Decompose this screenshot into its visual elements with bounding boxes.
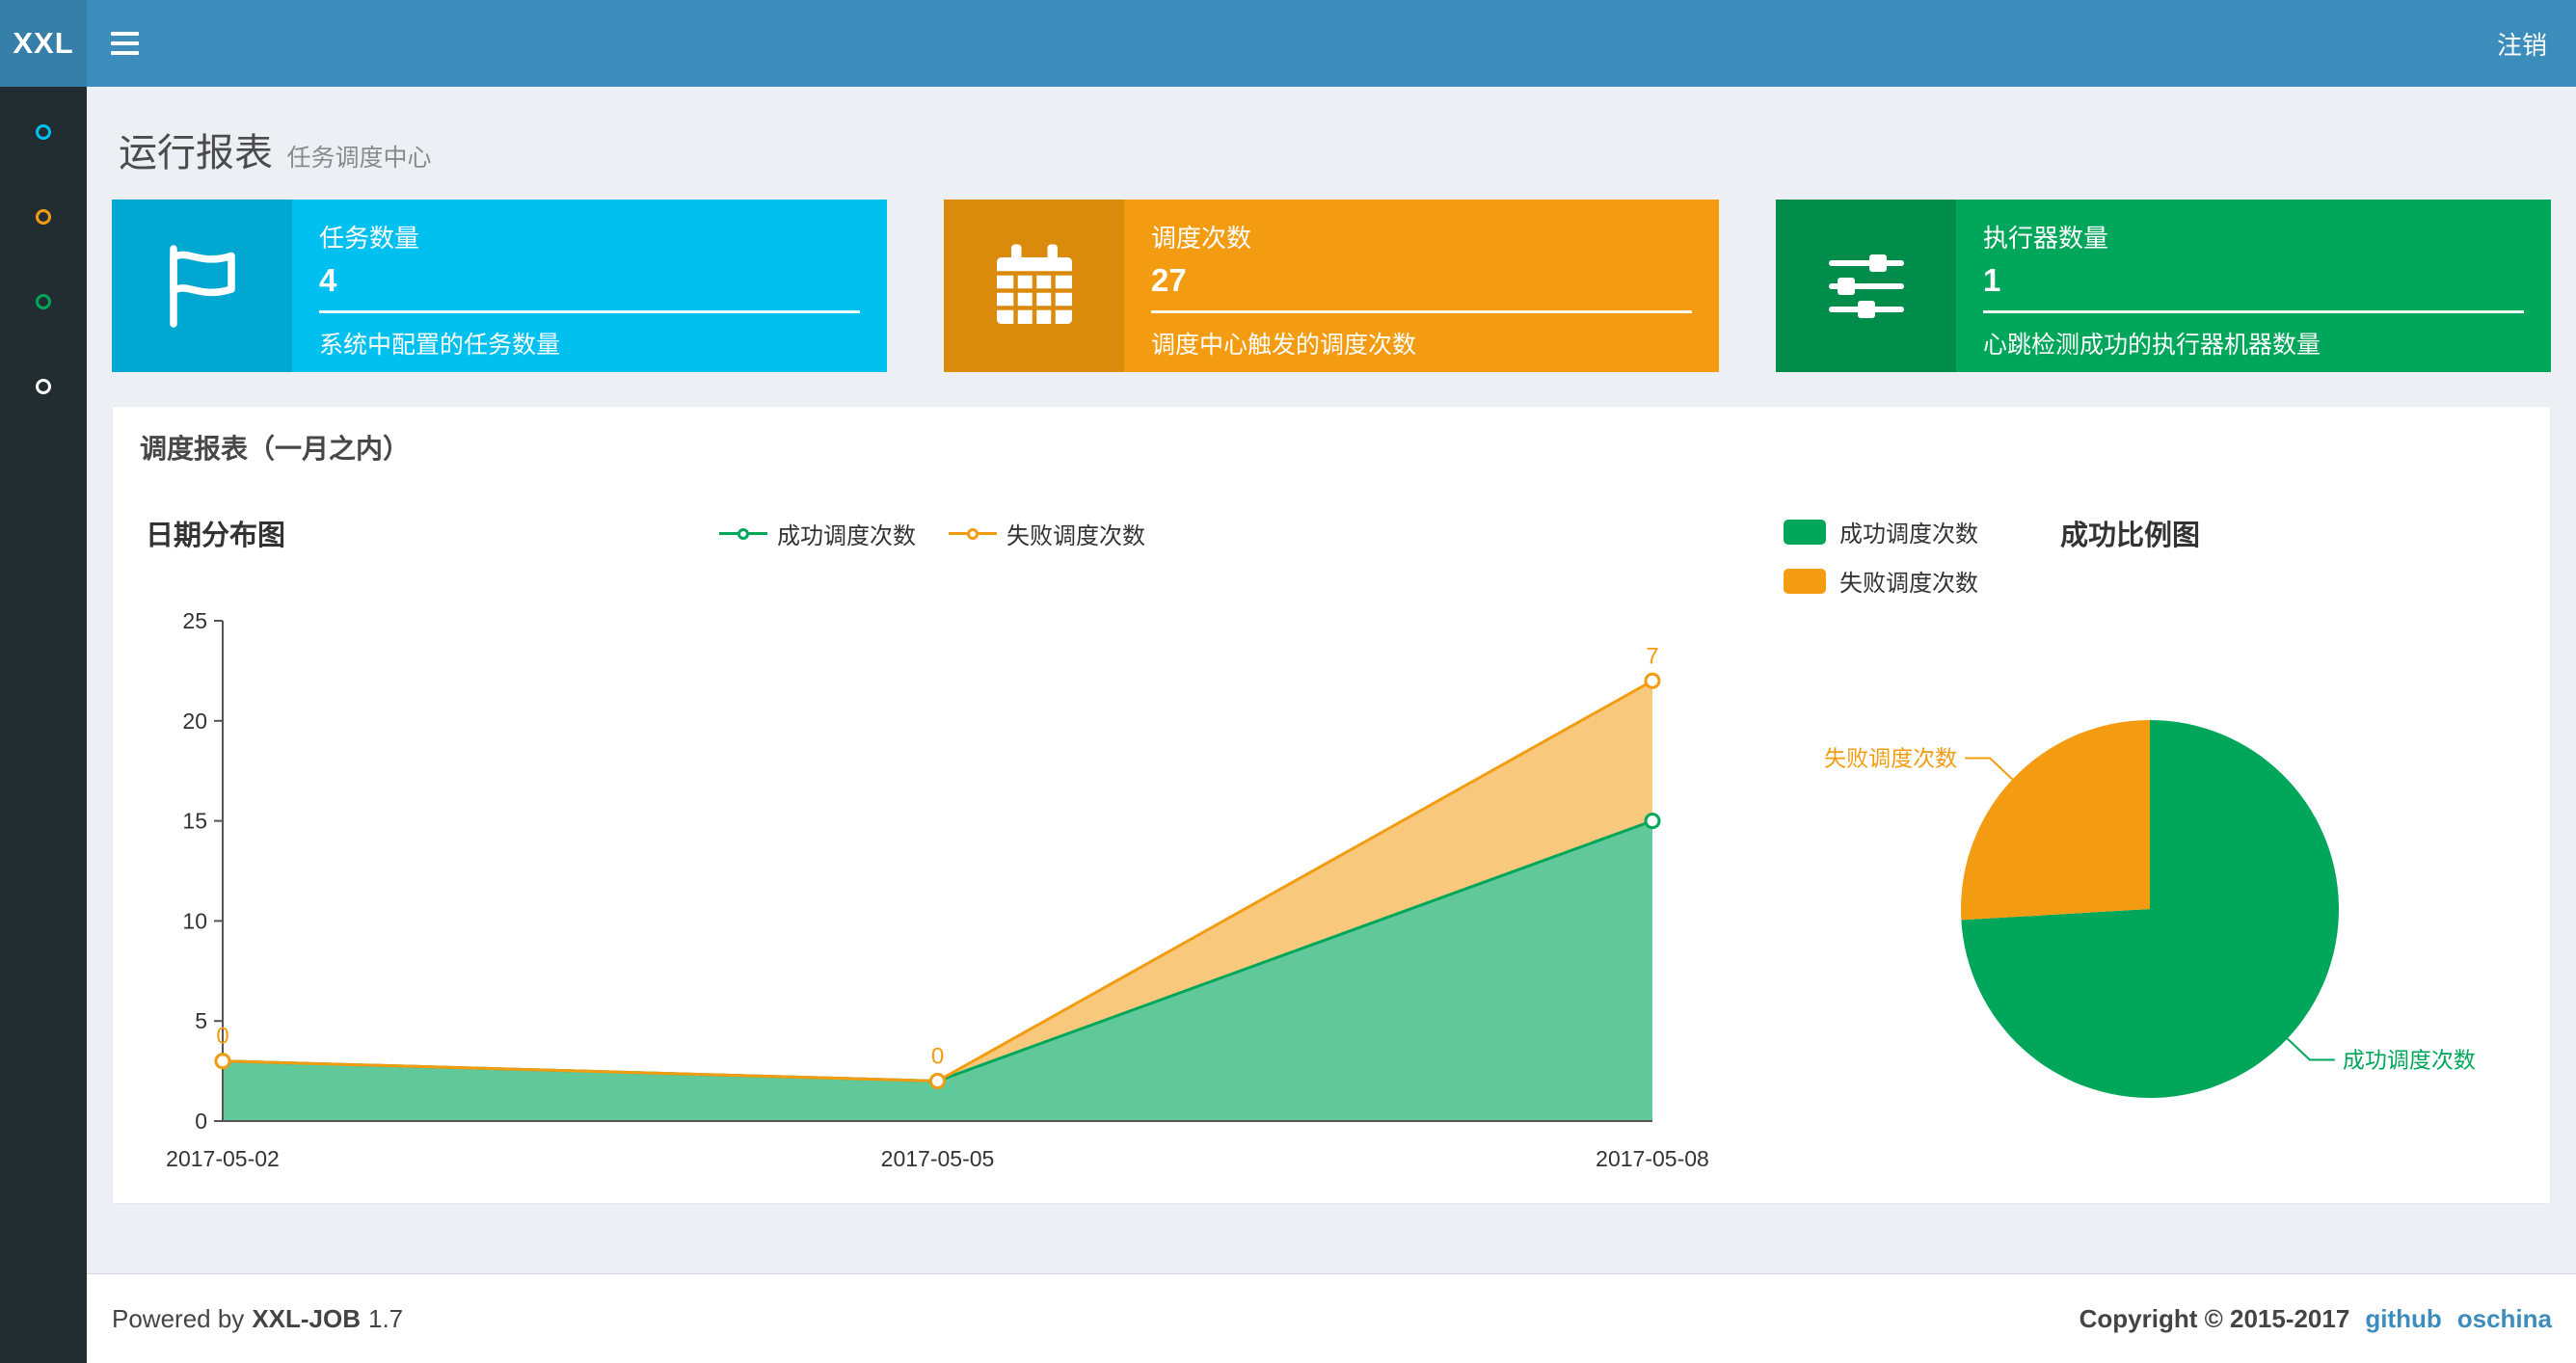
circle-icon — [36, 209, 51, 225]
info-box-jobs: 任务数量 4 系统中配置的任务数量 — [112, 200, 887, 372]
sidebar — [0, 87, 87, 1363]
y-tick-label: 5 — [195, 1008, 207, 1033]
info-box-title: 执行器数量 — [1983, 224, 2109, 253]
sidebar-item-1[interactable] — [0, 90, 87, 174]
oschina-link[interactable]: oschina — [2457, 1304, 2552, 1334]
info-box-desc: 调度中心触发的调度次数 — [1151, 332, 1417, 359]
footer-copyright: Copyright © 2015-2017 github oschina — [2080, 1274, 2552, 1363]
charts-canvas: 05101520252017-05-02 2017-05-05 2017-05-08… — [166, 608, 2476, 1171]
info-box-executors: 执行器数量 1 心跳检测成功的执行器机器数量 — [1776, 200, 2551, 372]
info-box-triggers: 调度次数 27 调度中心触发的调度次数 — [944, 200, 1719, 372]
info-box-value: 4 — [319, 262, 337, 298]
data-point — [929, 1072, 946, 1089]
point-label: 0 — [216, 1024, 228, 1050]
flag-icon — [112, 200, 292, 372]
github-link[interactable]: github — [2365, 1304, 2441, 1334]
info-box-content: 任务数量 4 系统中配置的任务数量 — [292, 200, 887, 372]
pie-label: 成功调度次数 — [2343, 1047, 2476, 1072]
info-box-title: 任务数量 — [319, 224, 420, 253]
y-tick-label: 15 — [182, 809, 207, 834]
info-box-row: 任务数量 4 系统中配置的任务数量 调度次数 27 调度中心触发的调度次数 执行… — [112, 200, 2551, 372]
top-navbar: XXL 注销 — [0, 0, 2576, 87]
x-tick-label: 2017-05-02 — [166, 1146, 280, 1171]
circle-icon — [36, 379, 51, 394]
product-version: 1.7 — [368, 1304, 404, 1333]
copyright-text: Copyright © 2015-2017 — [2079, 1304, 2350, 1333]
info-box-value: 1 — [1983, 262, 2001, 298]
page-subtitle: 任务调度中心 — [286, 145, 432, 172]
info-box-divider — [1983, 310, 2524, 313]
page-header: 运行报表 任务调度中心 — [119, 121, 431, 177]
info-box-desc: 系统中配置的任务数量 — [319, 332, 561, 359]
page-title: 运行报表 — [119, 132, 273, 174]
data-point — [1644, 813, 1661, 830]
circle-icon — [36, 294, 51, 309]
sidebar-item-3[interactable] — [0, 259, 87, 344]
point-label: 7 — [1646, 643, 1658, 669]
data-point — [214, 1053, 231, 1070]
logout-link[interactable]: 注销 — [2468, 0, 2576, 87]
x-tick-label: 2017-05-08 — [1596, 1146, 1709, 1171]
info-box-title: 调度次数 — [1151, 224, 1252, 253]
info-box-content: 执行器数量 1 心跳检测成功的执行器机器数量 — [1956, 200, 2551, 372]
data-point — [1644, 672, 1661, 689]
y-tick-label: 20 — [182, 708, 207, 734]
y-tick-label: 25 — [182, 608, 207, 633]
info-box-content: 调度次数 27 调度中心触发的调度次数 — [1124, 200, 1719, 372]
calendar-icon — [944, 200, 1124, 372]
info-box-value: 27 — [1151, 262, 1187, 298]
app-logo[interactable]: XXL — [0, 0, 87, 87]
footer: Powered by XXL-JOB 1.7 Copyright © 2015-… — [87, 1273, 2576, 1363]
y-tick-label: 10 — [182, 908, 207, 933]
sliders-icon — [1776, 200, 1956, 372]
info-box-desc: 心跳检测成功的执行器机器数量 — [1983, 332, 2321, 359]
info-box-divider — [319, 310, 860, 313]
circle-icon — [36, 124, 51, 140]
pie-label: 失败调度次数 — [1824, 746, 1957, 771]
sidebar-item-4[interactable] — [0, 344, 87, 429]
main-content: 运行报表 任务调度中心 任务数量 4 系统中配置的任务数量 调度次数 27 调度… — [87, 87, 2576, 1363]
point-label: 0 — [931, 1043, 944, 1069]
pie-slice — [1960, 720, 2150, 921]
info-box-divider — [1151, 310, 1692, 313]
report-panel: 调度报表（一月之内） 日期分布图 成功调度次数 失败调度次数 成功调度次数 失败… — [112, 406, 2551, 1204]
sidebar-item-2[interactable] — [0, 174, 87, 259]
hamburger-icon — [110, 32, 139, 36]
y-tick-label: 0 — [195, 1109, 207, 1134]
sidebar-toggle-button[interactable] — [87, 0, 162, 87]
x-tick-label: 2017-05-05 — [881, 1146, 995, 1171]
pie-label-line — [2286, 1037, 2335, 1061]
footer-powered-by: Powered by XXL-JOB 1.7 — [112, 1304, 404, 1333]
pie-label-line — [1965, 757, 2014, 781]
product-name: XXL-JOB — [252, 1304, 361, 1333]
app-root: XXL 注销 运行报表 任务调度中心 任务数量 4 系统中配置的任务数量 调度次… — [0, 0, 2576, 1363]
